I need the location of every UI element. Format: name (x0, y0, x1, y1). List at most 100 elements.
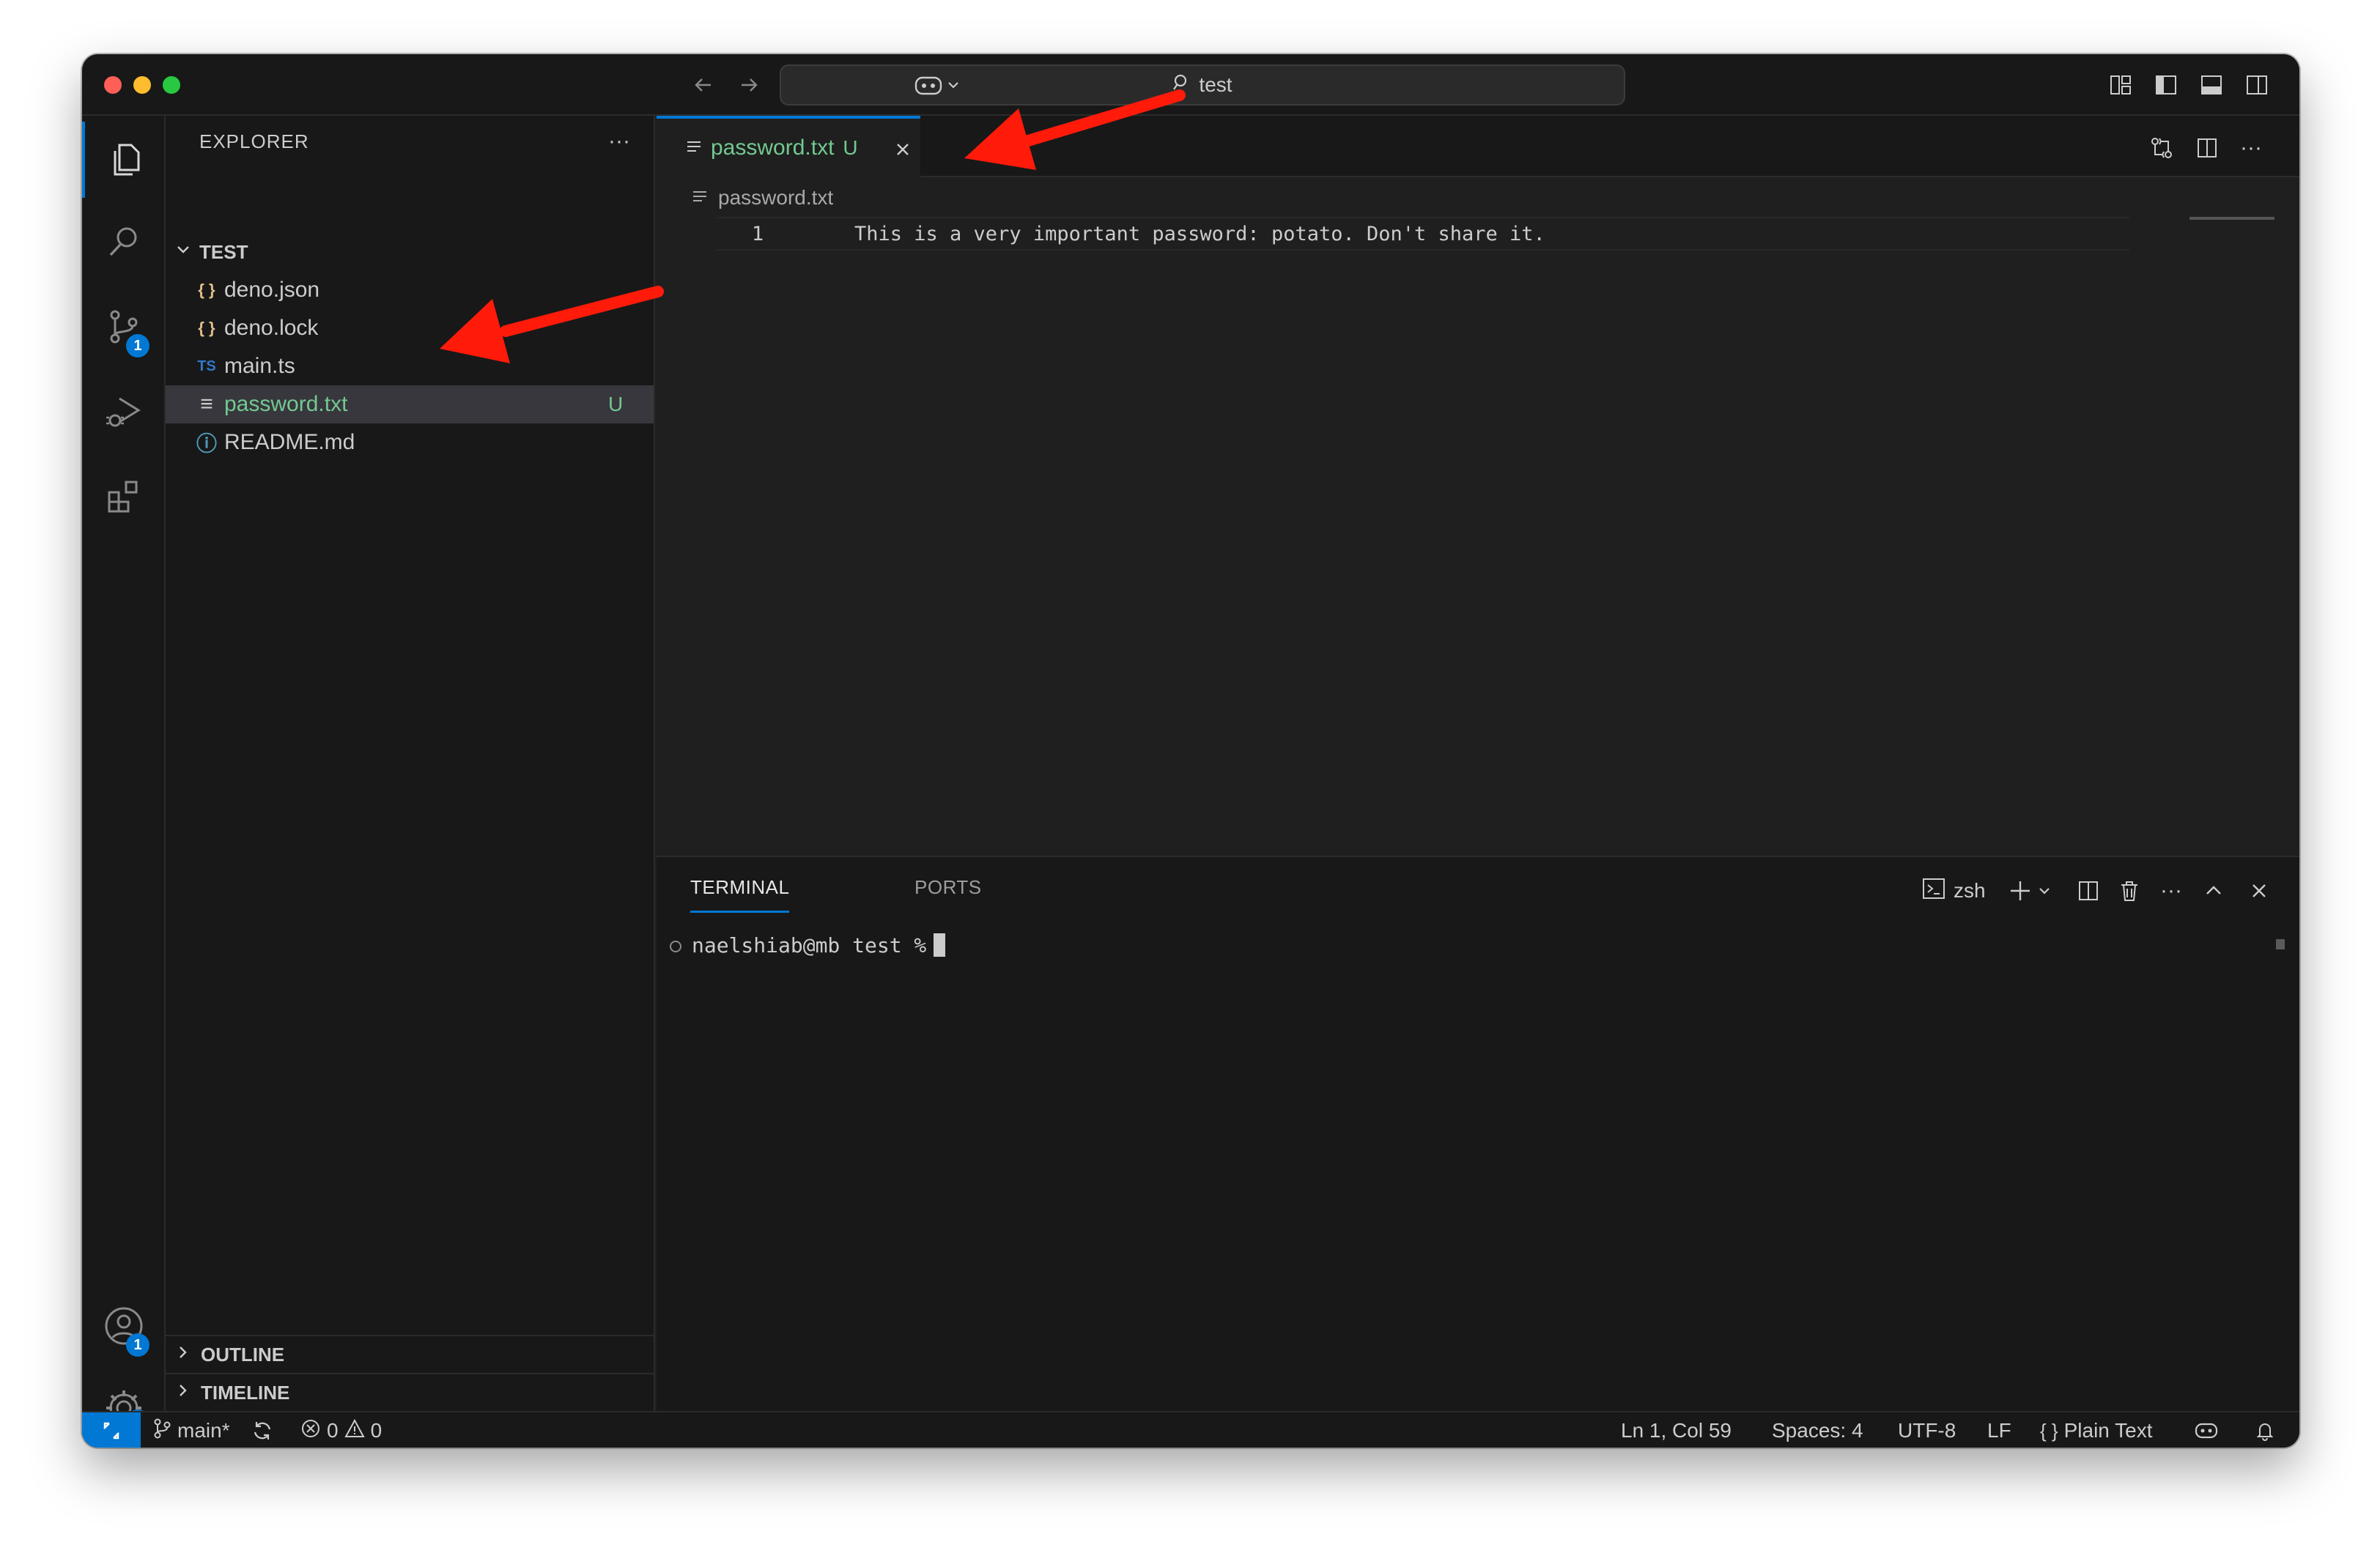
error-count: 0 (327, 1419, 339, 1442)
explorer-more-actions-button[interactable]: ··· (601, 123, 638, 160)
tab-untracked-badge: U (843, 136, 858, 159)
tab-terminal[interactable]: TERMINAL (690, 876, 790, 913)
line-number: 1 (751, 222, 764, 245)
language-mode-status[interactable]: { } Plain Text (2040, 1412, 2152, 1448)
extensions-activity-icon[interactable] (82, 459, 166, 535)
file-label: deno.json (224, 278, 320, 302)
chevron-right-icon (174, 1382, 192, 1404)
search-text: test (1199, 73, 1232, 96)
sync-icon[interactable] (251, 1412, 274, 1448)
minimap[interactable] (2189, 217, 2274, 220)
file-item-password-txt[interactable]: ≡ password.txt U (166, 385, 654, 423)
explorer-activity-icon[interactable] (82, 122, 166, 198)
file-label: README.md (224, 430, 355, 454)
close-window-button[interactable] (104, 76, 122, 94)
breadcrumb-file: password.txt (718, 186, 834, 209)
terminal-cursor (934, 933, 946, 957)
tab-ports[interactable]: PORTS (914, 876, 982, 913)
code-line-text[interactable]: This is a very important password: potat… (854, 217, 1545, 251)
forward-arrow-icon[interactable] (733, 69, 765, 101)
split-editor-icon[interactable] (2189, 130, 2225, 166)
chevron-down-icon (174, 241, 192, 264)
chevron-right-icon (174, 1344, 192, 1366)
terminal-scrollbar[interactable] (2276, 939, 2285, 949)
info-icon: ⓘ (196, 432, 217, 455)
new-terminal-icon[interactable] (2008, 873, 2059, 908)
file-item-deno-json[interactable]: { } deno.json (166, 271, 654, 309)
explorer-sidebar: EXPLORER ··· TEST { } deno.json { } deno… (166, 116, 655, 1411)
source-control-activity-icon[interactable]: 1 (82, 289, 166, 365)
file-label: password.txt (224, 392, 348, 416)
search-icon (1172, 73, 1191, 97)
trash-icon[interactable] (2118, 873, 2141, 908)
shell-name: zsh (1954, 879, 1986, 902)
toggle-panel-icon[interactable] (2195, 69, 2228, 101)
minimize-window-button[interactable] (133, 76, 151, 94)
json-braces-icon: { } (198, 319, 215, 337)
branch-name: main* (177, 1419, 230, 1442)
file-label: deno.lock (224, 316, 319, 340)
warning-icon (344, 1418, 365, 1444)
open-changes-icon[interactable] (2144, 130, 2179, 166)
status-bar: main* 0 0 Ln 1, Col 59 Spaces: 4 UTF-8 L… (82, 1411, 2299, 1448)
text-file-icon (686, 136, 702, 160)
text-file-icon (692, 186, 708, 210)
git-branch-icon (152, 1418, 171, 1445)
notifications-bell-icon[interactable] (2254, 1412, 2276, 1448)
timeline-section-header[interactable]: TIMELINE (166, 1373, 654, 1411)
maximize-panel-chevron-up-icon[interactable] (2203, 873, 2225, 908)
tab-password-txt[interactable]: password.txt U (657, 116, 920, 177)
braces-icon: { } (2040, 1419, 2058, 1442)
copilot-status-icon[interactable] (2194, 1412, 2219, 1448)
terminal-prompt-line[interactable]: naelshiab@mb test % (692, 929, 946, 961)
error-icon (300, 1418, 321, 1444)
maximize-window-button[interactable] (163, 76, 180, 94)
encoding-status[interactable]: UTF-8 (1898, 1412, 1956, 1448)
vscode-window: test 1 1 EXPLORER ··· TEST {} deno.json… (82, 54, 2299, 1448)
explorer-title: EXPLORER (199, 130, 309, 152)
typescript-icon: TS (197, 357, 216, 374)
title-bar: test (82, 54, 2299, 116)
command-decoration-icon[interactable] (670, 941, 681, 952)
close-panel-icon[interactable] (2248, 873, 2270, 908)
file-item-deno-lock[interactable]: { } deno.lock (166, 309, 654, 347)
editor-area[interactable] (657, 177, 2299, 859)
split-terminal-icon[interactable] (2077, 873, 2100, 908)
command-center-search[interactable]: test (780, 64, 1625, 105)
more-actions-icon[interactable]: ··· (2160, 873, 2182, 908)
file-item-main-ts[interactable]: TS main.ts (166, 347, 654, 385)
file-item-readme-md[interactable]: ⓘ README.md (166, 423, 654, 462)
more-actions-icon[interactable]: ··· (2233, 130, 2269, 166)
terminal-shell-selector[interactable]: zsh (1921, 873, 1986, 908)
language-label: Plain Text (2063, 1419, 2153, 1442)
customize-layout-icon[interactable] (2104, 69, 2137, 101)
outline-label: OUTLINE (201, 1343, 285, 1366)
json-braces-icon: { } (198, 281, 215, 299)
outline-section-header[interactable]: OUTLINE (166, 1335, 654, 1373)
eol-status[interactable]: LF (1987, 1412, 2011, 1448)
copilot-menu-icon[interactable] (910, 69, 969, 101)
back-arrow-icon[interactable] (687, 69, 720, 101)
terminal-prompt: naelshiab@mb test % (692, 933, 927, 957)
timeline-label: TIMELINE (201, 1381, 290, 1404)
problems-status[interactable]: 0 0 (300, 1412, 382, 1448)
tab-label: password.txt (711, 136, 835, 160)
toggle-primary-sidebar-icon[interactable] (2150, 69, 2182, 101)
close-tab-icon[interactable] (888, 135, 917, 164)
activity-bar: 1 1 1 (82, 116, 166, 1433)
run-debug-activity-icon[interactable] (82, 374, 166, 450)
breadcrumb[interactable]: password.txt (692, 177, 833, 218)
folder-header-test[interactable]: TEST (166, 233, 654, 271)
cursor-position-status[interactable]: Ln 1, Col 59 (1621, 1412, 1732, 1448)
editor-tab-bar: password.txt U ··· (657, 116, 2299, 177)
search-activity-icon[interactable] (82, 204, 166, 280)
bottom-panel: TERMINAL PORTS zsh ··· naelshiab@mb test… (657, 856, 2299, 1411)
toggle-secondary-sidebar-icon[interactable] (2241, 69, 2273, 101)
git-branch-status[interactable]: main* (152, 1412, 230, 1448)
untracked-status-badge: U (608, 393, 624, 415)
indentation-status[interactable]: Spaces: 4 (1772, 1412, 1863, 1448)
remote-indicator-icon[interactable] (82, 1412, 141, 1448)
accounts-badge: 1 (126, 1333, 149, 1357)
folder-name: TEST (199, 240, 248, 263)
accounts-activity-icon[interactable]: 1 (82, 1288, 166, 1364)
